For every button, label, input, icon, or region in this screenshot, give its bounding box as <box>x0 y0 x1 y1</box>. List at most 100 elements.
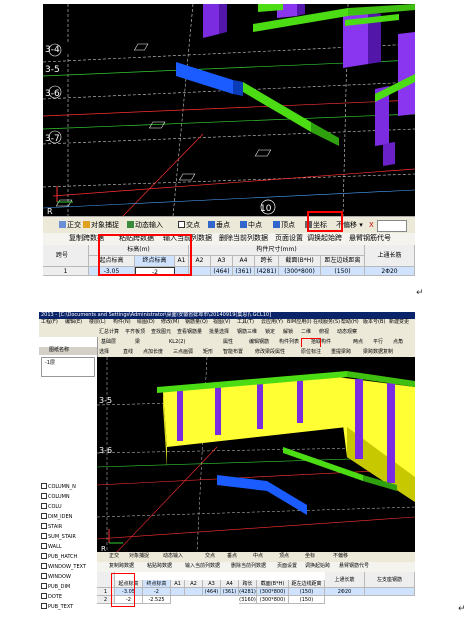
menu-item-version[interactable]: 版本号(B) <box>363 320 385 325</box>
cell-top-bar[interactable]: 2Φ20 <box>365 267 415 276</box>
cell-section[interactable]: (300*800) <box>279 267 321 276</box>
menu-item-project[interactable]: 工程(F) <box>41 320 58 325</box>
ortho-button[interactable]: 正交 <box>109 554 119 559</box>
smart-layout-button[interactable]: 智能布置 <box>223 350 243 355</box>
line-button[interactable]: 直线 <box>123 350 133 355</box>
2d-button[interactable]: 二维 <box>301 330 311 335</box>
layer-item[interactable]: COLU <box>41 503 62 510</box>
cell-section[interactable]: (300*800) <box>257 588 289 596</box>
drawing-item[interactable]: -1层 <box>45 361 55 366</box>
ortho-button[interactable]: 正交 <box>59 220 81 231</box>
select-button[interactable]: 选择 <box>99 350 109 355</box>
top-view-button[interactable]: 俯视 <box>319 330 329 335</box>
layer-item[interactable]: WALL <box>41 543 62 550</box>
cantilever-code-button[interactable]: 悬臂钢筋代号 <box>349 235 391 242</box>
page-setup-button[interactable]: 页面设置 <box>277 564 297 569</box>
two-points-button[interactable]: 两点 <box>353 340 363 345</box>
object-snap-button[interactable]: 对象捕捉 <box>129 554 149 559</box>
midpoint-button[interactable]: 中点 <box>253 554 263 559</box>
3d-viewport[interactable]: 3-4 3-5 3-6 3-7 10 R <box>43 4 415 216</box>
swap-span-button[interactable]: 调换起始跨 <box>305 564 330 569</box>
menu-item-floor[interactable]: 楼层(L) <box>89 320 106 325</box>
cell-section[interactable]: (300*800) <box>257 596 289 604</box>
swap-span-button[interactable]: 调换起始跨 <box>307 235 342 242</box>
re-extract-span-button[interactable]: 重提梁跨 <box>331 350 351 355</box>
modify-segment-button[interactable]: 修改梁段属性 <box>255 350 285 355</box>
menu-item-rebar[interactable]: 钢筋量(Q) <box>185 320 208 325</box>
cell-a2[interactable] <box>189 267 211 276</box>
rebar-3d-button[interactable]: 钢筋三维 <box>237 330 257 335</box>
page-setup-button[interactable]: 页面设置 <box>275 235 303 242</box>
point-angle-button[interactable]: 点角 <box>393 340 403 345</box>
cell-span-length[interactable]: (3160) <box>239 596 257 604</box>
dynamic-input-button[interactable]: 动态输入 <box>127 220 163 231</box>
find-element-button[interactable]: 查找图元 <box>151 330 171 335</box>
coordinate-button[interactable]: 坐标 <box>305 554 315 559</box>
copy-span-data-button[interactable]: 梁跨数据复制 <box>363 350 393 355</box>
menu-item-new-change[interactable]: 新建变更 <box>389 320 409 325</box>
offset-select[interactable]: 不偏移 <box>333 554 348 559</box>
menu-item-cloud[interactable]: 云应用(Y) <box>261 320 283 325</box>
view-rebar-button[interactable]: 查看钢筋量 <box>177 330 202 335</box>
vertex-button[interactable]: 顶点 <box>273 220 295 231</box>
cell-distance[interactable]: (150) <box>289 596 325 604</box>
properties-button[interactable]: 属性 <box>223 340 233 345</box>
perpendicular-button[interactable]: 垂点 <box>208 220 230 231</box>
cell-span-length[interactable]: (4281) <box>239 588 257 596</box>
layer-item[interactable]: PUB_TEXT <box>41 603 73 610</box>
x-coordinate-field[interactable] <box>377 220 407 232</box>
floor-select[interactable]: 基础层 <box>101 340 116 345</box>
rectangle-button[interactable]: 矩形 <box>203 350 213 355</box>
3d-viewport[interactable]: 3-5 3-6 R <box>97 357 415 552</box>
batch-select-button[interactable]: 批量选择 <box>209 330 229 335</box>
menu-item-tools[interactable]: 工具(T) <box>237 320 254 325</box>
cell-a4[interactable]: (361) <box>233 267 255 276</box>
layer-item[interactable]: COLUMN_N <box>41 483 76 490</box>
component-select[interactable]: KL2(2) <box>169 340 185 345</box>
layer-item[interactable]: DIM_IDEN <box>41 513 72 520</box>
menu-item-online[interactable]: 在线服务(S) <box>313 320 340 325</box>
object-snap-button[interactable]: 对象捕捉 <box>83 220 119 231</box>
menu-item-draw[interactable]: 绘图(D) <box>137 320 155 325</box>
layer-item[interactable]: SUM_STAIR <box>41 533 76 540</box>
cell-top-bar[interactable]: 2Φ20 <box>325 588 365 596</box>
in-place-annotation-button[interactable]: 原位标注 <box>301 350 321 355</box>
layer-item[interactable]: STAIR <box>41 523 62 530</box>
dynamic-input-button[interactable]: 动态输入 <box>163 554 183 559</box>
cell-a1[interactable] <box>171 588 185 596</box>
menu-item-edit[interactable]: 编辑(E) <box>65 320 82 325</box>
intersection-button[interactable]: 交点 <box>205 554 215 559</box>
midpoint-button[interactable]: 中点 <box>240 220 262 231</box>
three-point-arc-button[interactable]: 三点画弧 <box>173 350 193 355</box>
menu-item-bim[interactable]: BIM应用(I) <box>287 320 312 325</box>
unlock-button[interactable]: 解锁 <box>283 330 293 335</box>
summarize-button[interactable]: 汇总计算 <box>99 330 119 335</box>
layer-item[interactable]: WINDOW_TEXT <box>41 563 86 570</box>
layer-item[interactable]: PUB_DIM <box>41 583 70 590</box>
cell-end-elev[interactable]: -2 <box>143 588 171 596</box>
type-select[interactable]: 梁 <box>135 340 140 345</box>
layer-item[interactable]: WINDOW <box>41 573 71 580</box>
cell-left-support[interactable] <box>365 588 415 596</box>
menu-item-component[interactable]: 构件(N) <box>113 320 131 325</box>
delete-column-button[interactable]: 删除当前列数据 <box>231 564 266 569</box>
cell-span-length[interactable]: (4281) <box>255 267 279 276</box>
point-length-button[interactable]: 点加长度 <box>143 350 163 355</box>
component-list-button[interactable]: 构件列表 <box>279 340 299 345</box>
menu-item-view[interactable]: 视图(V) <box>213 320 230 325</box>
lock-button[interactable]: 锁定 <box>265 330 275 335</box>
align-slab-top-button[interactable]: 平齐板顶 <box>125 330 145 335</box>
drawing-list[interactable]: -1层 <box>41 357 95 377</box>
layer-item[interactable]: DOTE <box>41 593 62 600</box>
cell-distance[interactable]: (150) <box>321 267 365 276</box>
cell-a4[interactable]: (361) <box>221 588 239 596</box>
layer-item[interactable]: COLUMN <box>41 493 70 500</box>
cell-end-elev[interactable]: -2.525 <box>143 596 171 604</box>
parallel-button[interactable]: 平行 <box>373 340 383 345</box>
delete-column-button[interactable]: 删除当前列数据 <box>219 235 268 242</box>
edit-rebar-button[interactable]: 编辑钢筋 <box>249 340 269 345</box>
intersection-button[interactable]: 交点 <box>178 220 200 231</box>
cell-a2[interactable] <box>185 588 203 596</box>
input-column-button[interactable]: 输入当前列数据 <box>185 564 220 569</box>
cell-distance[interactable]: (150) <box>289 588 325 596</box>
